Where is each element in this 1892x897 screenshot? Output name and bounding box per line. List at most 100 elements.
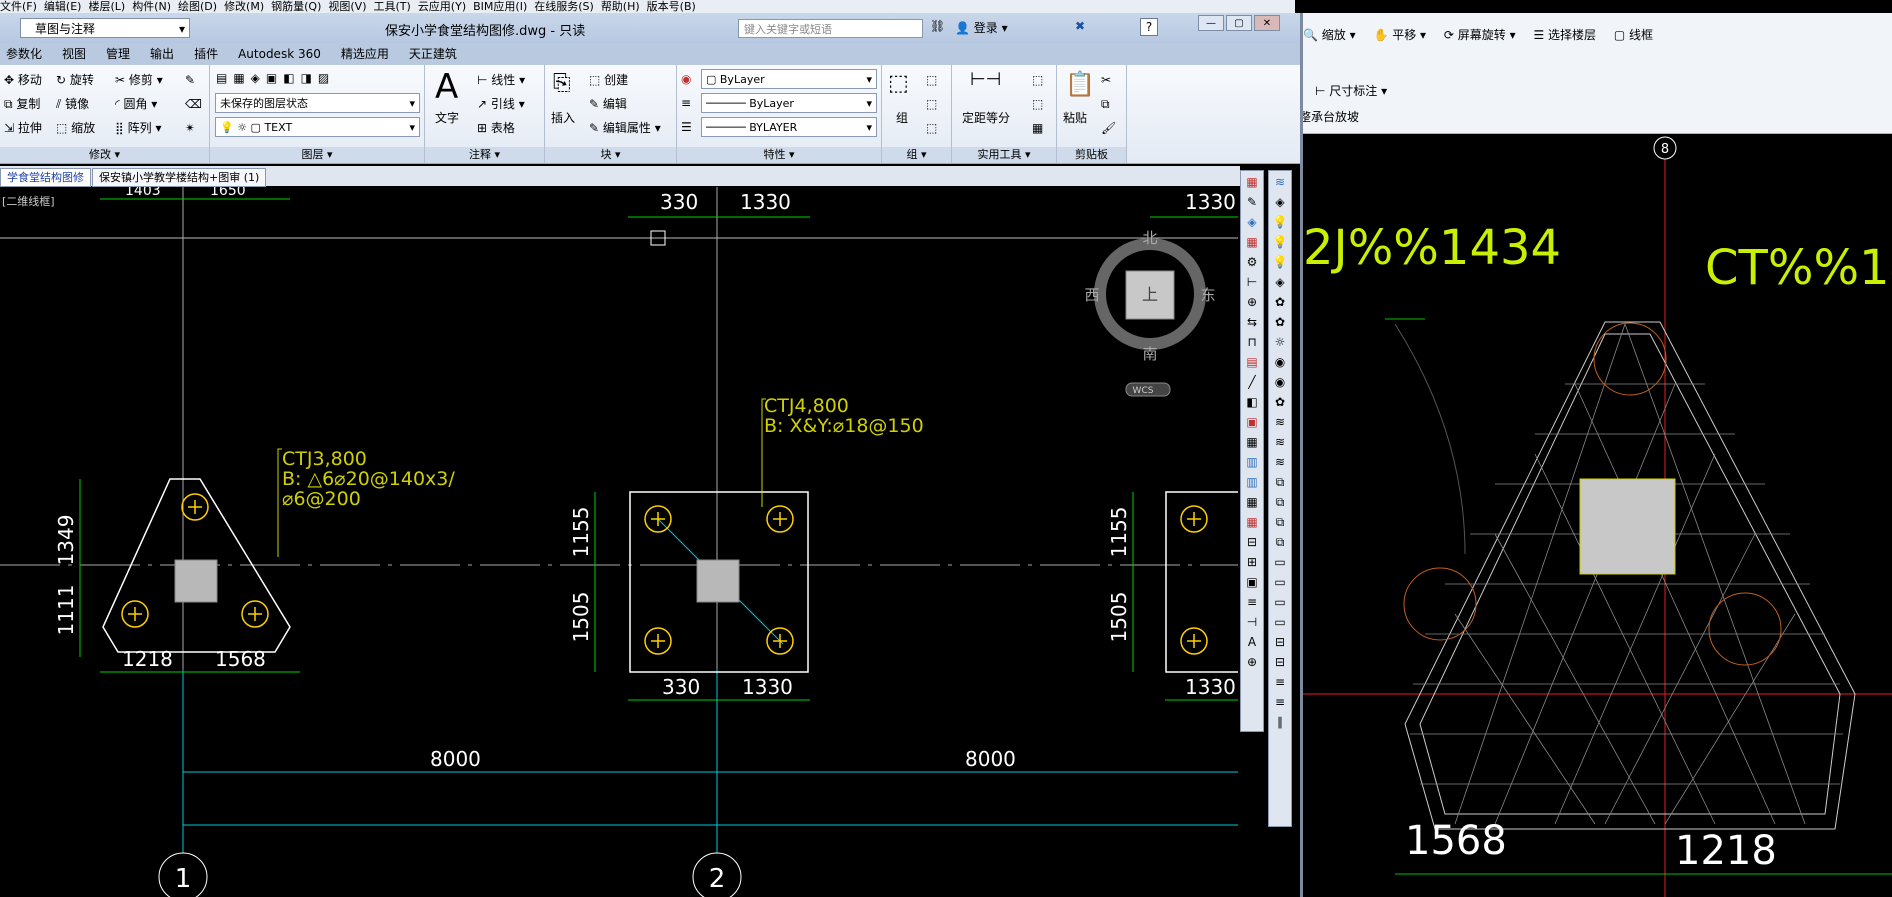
viewcube-west[interactable]: 西 — [1084, 286, 1099, 304]
utilities-panel-title[interactable]: 实用工具 ▾ — [952, 147, 1056, 163]
layer-tool-icon[interactable]: ▭ — [1271, 553, 1289, 571]
tool-icon[interactable]: ◧ — [1243, 393, 1261, 411]
tool-icon[interactable]: ▦ — [1243, 433, 1261, 451]
layer-tool-icon[interactable]: ≡ — [1271, 693, 1289, 711]
quick-select-icon[interactable]: ⬚ — [1032, 71, 1043, 89]
menu-edit[interactable]: 编辑(E) — [44, 0, 82, 13]
tab-plugins[interactable]: 插件 — [194, 47, 218, 61]
linetype-dropdown[interactable]: ────── ByLayer ▾ — [701, 93, 877, 113]
block-panel-title[interactable]: 块 ▾ — [545, 147, 676, 163]
tool-icon[interactable]: ▦ — [1243, 173, 1261, 191]
layer-tool-icon[interactable]: ≋ — [1271, 453, 1289, 471]
cap-slope-button[interactable]: 整承台放坡 — [1299, 110, 1359, 124]
linear-dim-button[interactable]: ⊢ 线性 ▾ — [477, 71, 525, 89]
wcs-label[interactable]: WCS — [1133, 386, 1154, 396]
layer-tool-icon[interactable]: ⧉ — [1271, 473, 1289, 491]
clipboard-icon[interactable]: 📋 — [1065, 69, 1095, 99]
layer-tool-icon[interactable]: ◈ — [1271, 273, 1289, 291]
layer-tool-icon[interactable]: ✿ — [1271, 393, 1289, 411]
tab-autodesk360[interactable]: Autodesk 360 — [238, 47, 321, 61]
help-icon[interactable]: ? — [1140, 18, 1158, 36]
tool-icon[interactable]: ⊟ — [1243, 533, 1261, 551]
paste-button[interactable]: 粘贴 — [1063, 109, 1087, 127]
ungroup-icon[interactable]: ⬚ — [926, 71, 937, 89]
layer-tool-icon[interactable]: ≋ — [1271, 413, 1289, 431]
menu-draw[interactable]: 绘图(D) — [178, 0, 217, 13]
cut-icon[interactable]: ✂ — [1101, 71, 1111, 89]
tool-icon[interactable]: ⊕ — [1243, 293, 1261, 311]
group-panel-title[interactable]: 组 ▾ — [882, 147, 951, 163]
select-floor-button[interactable]: ☰ 选择楼层 — [1533, 28, 1596, 42]
layer-tool-icon[interactable]: ▭ — [1271, 613, 1289, 631]
binoculars-icon[interactable]: ⛓ — [930, 19, 945, 33]
doc-tab-2[interactable]: 保安镇小学教学楼结构+图审 (1) — [92, 168, 267, 187]
group-button[interactable]: 组 — [896, 109, 908, 127]
tool-icon[interactable]: A — [1243, 633, 1261, 651]
viewcube-east[interactable]: 东 — [1200, 286, 1215, 304]
menu-online[interactable]: 在线服务(S) — [534, 0, 594, 13]
tool-icon[interactable]: ⊣ — [1243, 613, 1261, 631]
layer-tool-icon[interactable]: 💡 — [1271, 213, 1289, 231]
search-input[interactable]: 键入关键字或短语 — [738, 19, 923, 38]
tool-icon[interactable]: ▦ — [1243, 513, 1261, 531]
lineweight-dropdown[interactable]: ────── BYLAYER ▾ — [701, 117, 877, 137]
maximize-button[interactable]: ▢ — [1226, 15, 1252, 31]
tool-icon[interactable]: ▣ — [1243, 413, 1261, 431]
measure-icon[interactable]: ⊢⊣ — [970, 71, 1001, 89]
tool-icon[interactable]: ▥ — [1243, 473, 1261, 491]
3d-view-canvas[interactable]: 8 2J%%1434 CT%%14 1568 1218 — [1295, 134, 1892, 897]
tool-icon[interactable]: ⇆ — [1243, 313, 1261, 331]
annotation-panel-title[interactable]: 注释 ▾ — [425, 147, 544, 163]
layers-panel-title[interactable]: 图层 ▾ — [210, 147, 424, 163]
text-button[interactable]: 文字 — [435, 109, 459, 127]
tool-icon[interactable]: ▦ — [1243, 233, 1261, 251]
insert-button[interactable]: 插入 — [551, 109, 575, 127]
tool-icon[interactable]: ≡ — [1243, 593, 1261, 611]
tab-tangent-arch[interactable]: 天正建筑 — [409, 47, 457, 61]
menu-member[interactable]: 构件(N) — [132, 0, 171, 13]
menu-help[interactable]: 帮助(H) — [601, 0, 640, 13]
tool-icon[interactable]: ⊓ — [1243, 333, 1261, 351]
scale-button[interactable]: ⬚ 缩放 — [56, 119, 95, 137]
rotate-button[interactable]: ↻ 旋转 — [56, 71, 94, 89]
layer-tool-icon[interactable]: ✿ — [1271, 293, 1289, 311]
pencil-icon[interactable]: ✎ — [185, 71, 195, 89]
menu-version[interactable]: 版本号(B) — [647, 0, 696, 13]
tool-icon[interactable]: ▦ — [1243, 493, 1261, 511]
menu-floor[interactable]: 楼层(L) — [88, 0, 125, 13]
menu-modify[interactable]: 修改(M) — [224, 0, 264, 13]
layer-tool-icon[interactable]: ☼ — [1271, 333, 1289, 351]
tool-icon[interactable]: ⚙ — [1243, 253, 1261, 271]
modify-panel-title[interactable]: 修改 ▾ — [0, 147, 209, 163]
layer-tool-icon[interactable]: ◈ — [1271, 193, 1289, 211]
create-block-button[interactable]: ⬚ 创建 — [589, 71, 628, 89]
mirror-button[interactable]: ⫽ 镜像 — [56, 95, 89, 113]
viewport-label[interactable]: [二维线框] — [2, 194, 55, 208]
workspace-selector[interactable]: 草图与注释 ▾ — [20, 18, 190, 38]
layer-tool-icon[interactable]: ∥ — [1271, 713, 1289, 731]
erase-icon[interactable]: ⌫ — [185, 95, 202, 113]
leader-button[interactable]: ↗ 引线 ▾ — [477, 95, 525, 113]
tool-icon[interactable]: ◈ — [1243, 213, 1261, 231]
menu-tools[interactable]: 工具(T) — [374, 0, 411, 13]
layer-tool-icon[interactable]: ⧉ — [1271, 513, 1289, 531]
edit-block-button[interactable]: ✎ 编辑 — [589, 95, 627, 113]
insert-block-icon[interactable]: ⎘ — [553, 69, 571, 99]
tab-output[interactable]: 输出 — [150, 47, 174, 61]
menu-rebar[interactable]: 钢筋量(Q) — [271, 0, 321, 13]
calculator-icon[interactable]: ▦ — [1032, 119, 1043, 137]
copy-button[interactable]: ⧉ 复制 — [4, 95, 40, 113]
group-edit-icon[interactable]: ⬚ — [926, 95, 937, 113]
tab-featured-apps[interactable]: 精选应用 — [341, 47, 389, 61]
tab-view[interactable]: 视图 — [62, 47, 86, 61]
menu-cloud[interactable]: 云应用(Y) — [418, 0, 466, 13]
trim-button[interactable]: ✂ 修剪 ▾ — [115, 71, 163, 89]
viewcube-top[interactable]: 上 — [1142, 285, 1158, 304]
tool-icon[interactable]: ▤ — [1243, 353, 1261, 371]
layer-tool-icon[interactable]: 💡 — [1271, 233, 1289, 251]
measure-button[interactable]: 定距等分 — [962, 109, 1010, 127]
layer-tool-icon[interactable]: ✿ — [1271, 313, 1289, 331]
layer-tool-icon[interactable]: ≡ — [1271, 673, 1289, 691]
drawing-canvas[interactable]: [二维线框] 1403 1650 330 1330 1330 CTJ3,800 … — [0, 187, 1238, 897]
dimension-button[interactable]: ⊢ 尺寸标注 ▾ — [1315, 84, 1387, 98]
